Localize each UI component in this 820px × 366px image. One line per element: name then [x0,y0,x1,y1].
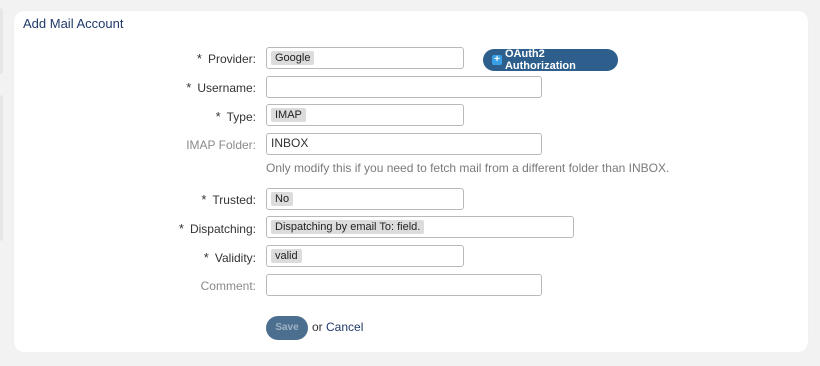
provider-label: * Provider: [196,51,256,66]
panel-title: Add Mail Account [23,16,124,31]
trusted-select[interactable]: No [266,188,464,210]
required-marker: * [215,109,221,124]
required-marker: * [186,80,192,95]
left-side-tab [0,8,3,74]
validity-label: * Validity: [203,250,256,265]
dispatching-value: Dispatching by email To: field. [271,220,425,234]
validity-select[interactable]: valid [266,245,464,267]
required-marker: * [178,221,184,236]
required-marker: * [196,51,202,66]
username-label: * Username: [186,80,256,95]
required-marker: * [203,250,209,265]
left-side-tab [0,95,3,241]
required-marker: * [201,192,207,207]
dispatching-select[interactable]: Dispatching by email To: field. [266,216,574,238]
provider-value: Google [271,51,315,65]
imap-folder-input[interactable]: INBOX [266,133,542,155]
trusted-label: * Trusted: [201,192,256,207]
imap-folder-hint: Only modify this if you need to fetch ma… [266,161,670,175]
add-mail-account-panel: Add Mail Account * Provider: Google + OAu… [14,11,808,352]
oauth2-button-label: OAuth2 Authorization [504,48,576,72]
save-button[interactable]: Save [266,316,308,340]
comment-label: Comment: [200,279,256,293]
trusted-value: No [271,192,294,206]
dispatching-label: * Dispatching: [178,221,256,236]
imap-folder-label: IMAP Folder: [186,138,256,152]
type-value: IMAP [271,108,306,122]
type-label: * Type: [215,109,256,124]
validity-value: valid [271,249,302,263]
comment-input[interactable] [266,274,542,296]
type-select[interactable]: IMAP [266,104,464,126]
or-text: or [312,320,323,334]
cancel-link[interactable]: Cancel [326,320,363,334]
plus-icon: + [492,55,502,65]
provider-select[interactable]: Google [266,47,464,69]
oauth2-authorization-button[interactable]: + OAuth2 Authorization [483,48,618,72]
username-input[interactable] [266,76,542,98]
